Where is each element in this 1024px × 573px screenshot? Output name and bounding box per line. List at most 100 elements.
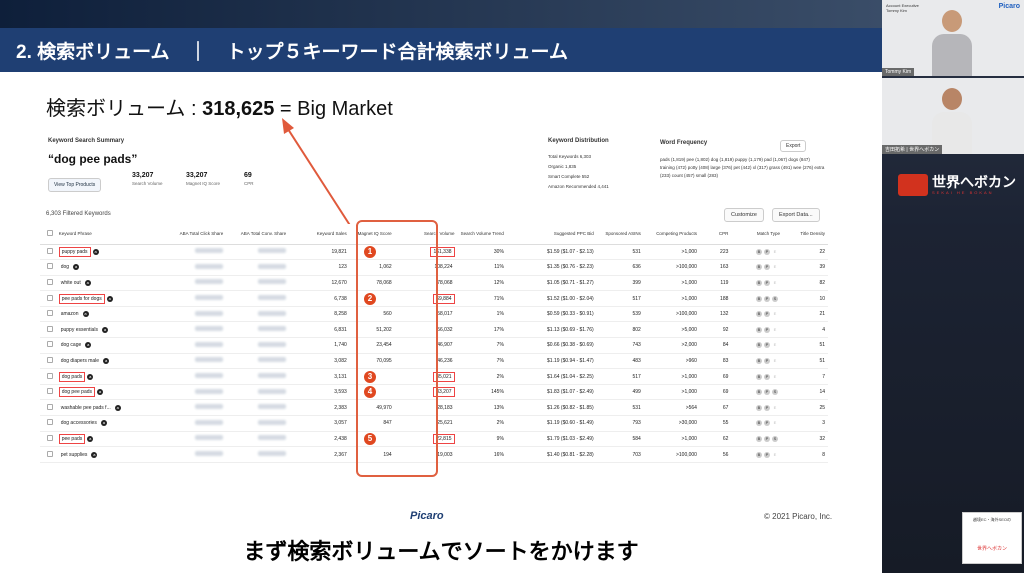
row-checkbox[interactable]: [40, 306, 56, 323]
keyword-cell[interactable]: white out a: [55, 275, 164, 292]
col-keyword-phrase[interactable]: Keyword Phrase: [55, 224, 164, 245]
amazon-icon[interactable]: a: [73, 264, 80, 271]
match-pill: E: [773, 342, 777, 348]
keyword-link[interactable]: pee pads: [58, 433, 86, 444]
keyword-cell[interactable]: dog cage a: [55, 337, 164, 354]
amazon-icon[interactable]: a: [84, 279, 91, 286]
asins-cell: 703: [596, 446, 644, 463]
keyword-link[interactable]: dog diapers male: [59, 357, 101, 365]
keyword-cell[interactable]: dog pee pads a: [55, 384, 164, 401]
col-title-density[interactable]: Title Density: [783, 224, 828, 245]
asins-cell: 483: [596, 353, 644, 370]
word-frequency-title: Word Frequency: [660, 140, 708, 146]
sales-cell: 6,738: [289, 290, 350, 307]
row-checkbox[interactable]: [40, 275, 56, 292]
match-type-cell: BPE: [731, 306, 784, 323]
corner-brand: 世界へボカン: [976, 546, 1007, 552]
trend-cell: 13%: [457, 399, 507, 417]
export-data-button[interactable]: Export Data...: [772, 208, 820, 222]
keyword-cell[interactable]: washable pee pads f... a: [55, 399, 164, 417]
keyword-link[interactable]: amazon: [59, 310, 81, 318]
keyword-link[interactable]: dog cage: [59, 341, 84, 349]
col-click-share[interactable]: ABA Total Click Share: [163, 224, 227, 245]
match-pill: P: [764, 326, 771, 333]
asins-cell: 531: [596, 244, 644, 261]
match-type-cell: BPE: [731, 368, 784, 385]
match-pill: B: [756, 435, 763, 442]
keyword-cell[interactable]: pee pads for dogs a: [55, 290, 164, 307]
keyword-cell[interactable]: pee pads a: [55, 431, 164, 448]
keyword-link[interactable]: white out: [59, 279, 83, 287]
keyword-cell[interactable]: pet supplies a: [55, 446, 164, 463]
stat-label: Magnet IQ Score: [186, 181, 221, 186]
col-keyword-sales[interactable]: Keyword Sales: [289, 224, 350, 245]
customize-button[interactable]: Customize: [724, 208, 764, 222]
keyword-link[interactable]: dog pads: [58, 371, 86, 382]
amazon-icon[interactable]: a: [100, 420, 107, 427]
sales-cell: 6,831: [289, 321, 350, 339]
row-checkbox[interactable]: [40, 368, 56, 385]
keyword-link[interactable]: dog pee pads: [58, 387, 96, 398]
row-checkbox[interactable]: [40, 446, 56, 463]
cpr-cell: 92: [699, 321, 732, 339]
keyword-link[interactable]: washable pee pads f...: [59, 404, 113, 412]
click-share-cell: [163, 337, 227, 354]
amazon-icon[interactable]: a: [103, 357, 110, 364]
view-top-products-button[interactable]: View Top Products: [48, 178, 102, 192]
col-match-type[interactable]: Match Type: [731, 224, 784, 245]
keyword-cell[interactable]: amazon a: [55, 306, 164, 323]
keyword-link[interactable]: puppy essentials: [59, 326, 100, 334]
row-checkbox[interactable]: [40, 259, 56, 276]
amazon-icon[interactable]: a: [91, 451, 98, 458]
cpr-cell: 56: [699, 446, 732, 463]
click-share-cell: [163, 244, 227, 261]
col-volume-trend[interactable]: Search Volume Trend: [457, 224, 507, 245]
amazon-icon[interactable]: a: [87, 435, 94, 442]
row-checkbox[interactable]: [40, 353, 56, 370]
keyword-cell[interactable]: dog a: [55, 259, 164, 276]
competing-cell: >564: [643, 399, 700, 417]
amazon-icon[interactable]: a: [85, 342, 92, 349]
keyword-link[interactable]: pet supplies: [59, 451, 90, 459]
row-checkbox[interactable]: [40, 244, 56, 261]
video-frame: 2. 検索ボリューム ｜ トップ５キーワード合計検索ボリューム 検索ボリューム …: [0, 0, 1024, 573]
keyword-cell[interactable]: puppy essentials a: [55, 321, 164, 339]
col-sponsored-asins[interactable]: Sponsored ASINs: [596, 224, 644, 245]
amazon-icon[interactable]: a: [106, 295, 113, 302]
total-volume: 318,625: [202, 98, 275, 120]
row-checkbox[interactable]: [40, 337, 56, 354]
keyword-link[interactable]: dog accessories: [59, 419, 99, 427]
corner-ad[interactable]: 越境EC・海外SEOの 世界へボカン: [962, 512, 1022, 564]
col-cpr[interactable]: CPR: [699, 224, 732, 245]
row-checkbox[interactable]: [40, 431, 56, 448]
keyword-link[interactable]: puppy pads: [58, 246, 91, 257]
amazon-icon[interactable]: a: [97, 389, 104, 396]
volume-value: 46,236: [437, 357, 453, 364]
row-checkbox[interactable]: [40, 290, 56, 307]
keyword-link[interactable]: dog: [59, 263, 71, 271]
row-checkbox[interactable]: [40, 415, 56, 432]
col-ppc-bid[interactable]: Suggested PPC Bid: [506, 224, 597, 245]
trend-cell: 16%: [457, 446, 507, 463]
row-checkbox[interactable]: [40, 384, 56, 401]
keyword-link[interactable]: pee pads for dogs: [58, 293, 105, 304]
cam1-caption: Account Executive Tommy Kim: [886, 3, 919, 13]
amazon-icon[interactable]: a: [101, 326, 108, 333]
col-competing-products[interactable]: Competing Products: [643, 224, 700, 245]
amazon-icon[interactable]: a: [87, 373, 94, 380]
amazon-icon[interactable]: a: [114, 404, 121, 411]
row-checkbox[interactable]: [40, 399, 56, 417]
col-conv-share[interactable]: ABA Total Conv. Share: [226, 224, 290, 245]
amazon-icon[interactable]: a: [92, 248, 99, 255]
export-button[interactable]: Export: [780, 140, 807, 152]
volume-value: 56,032: [437, 326, 453, 333]
keyword-cell[interactable]: dog pads a: [55, 368, 164, 385]
row-checkbox[interactable]: [40, 321, 56, 339]
keyword-cell[interactable]: puppy pads a: [55, 244, 164, 261]
cam1-name-label: Tommy Kim: [886, 8, 907, 13]
asins-cell: 802: [596, 321, 644, 339]
select-all-checkbox[interactable]: [40, 224, 56, 245]
keyword-cell[interactable]: dog diapers male a: [55, 353, 164, 370]
keyword-cell[interactable]: dog accessories a: [55, 415, 164, 432]
amazon-icon[interactable]: a: [82, 311, 89, 318]
